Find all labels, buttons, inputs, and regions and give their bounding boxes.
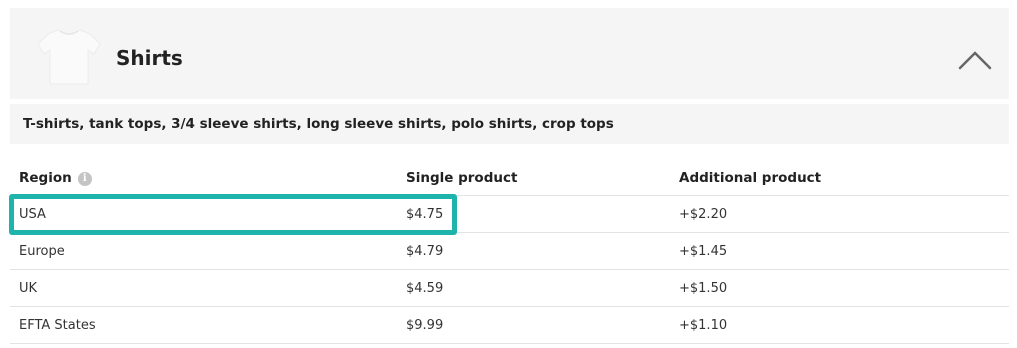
single-price-cell: $4.79	[406, 244, 444, 259]
product-description: T-shirts, tank tops, 3/4 sleeve shirts, …	[10, 104, 1009, 144]
additional-product-header: Additional product	[679, 170, 822, 186]
single-price-cell: $4.75	[406, 207, 444, 222]
product-header[interactable]: Shirts	[10, 8, 1009, 99]
additional-price-cell: +$1.45	[679, 244, 728, 259]
region-header: Region i	[19, 170, 92, 186]
additional-price-cell: +$1.10	[679, 318, 728, 333]
additional-price-cell: +$1.50	[679, 281, 728, 296]
region-cell: USA	[19, 207, 46, 222]
region-header-label: Region	[19, 170, 72, 186]
shipping-table: Region i Single product Additional produc…	[10, 160, 1009, 344]
table-header: Region i Single product Additional produc…	[10, 160, 1009, 196]
table-row: USA $4.75 +$2.20	[10, 196, 1009, 233]
tshirt-icon	[37, 29, 101, 85]
additional-price-cell: +$2.20	[679, 207, 728, 222]
product-title: Shirts	[116, 46, 183, 70]
single-product-header: Single product	[406, 170, 518, 186]
region-cell: EFTA States	[19, 318, 96, 333]
table-row: UK $4.59 +$1.50	[10, 270, 1009, 307]
single-price-cell: $4.59	[406, 281, 444, 296]
region-cell: Europe	[19, 244, 65, 259]
chevron-up-icon[interactable]	[958, 48, 992, 72]
info-icon[interactable]: i	[77, 172, 92, 186]
region-cell: UK	[19, 281, 38, 296]
table-row: Europe $4.79 +$1.45	[10, 233, 1009, 270]
single-price-cell: $9.99	[406, 318, 444, 333]
table-row: EFTA States $9.99 +$1.10	[10, 307, 1009, 344]
